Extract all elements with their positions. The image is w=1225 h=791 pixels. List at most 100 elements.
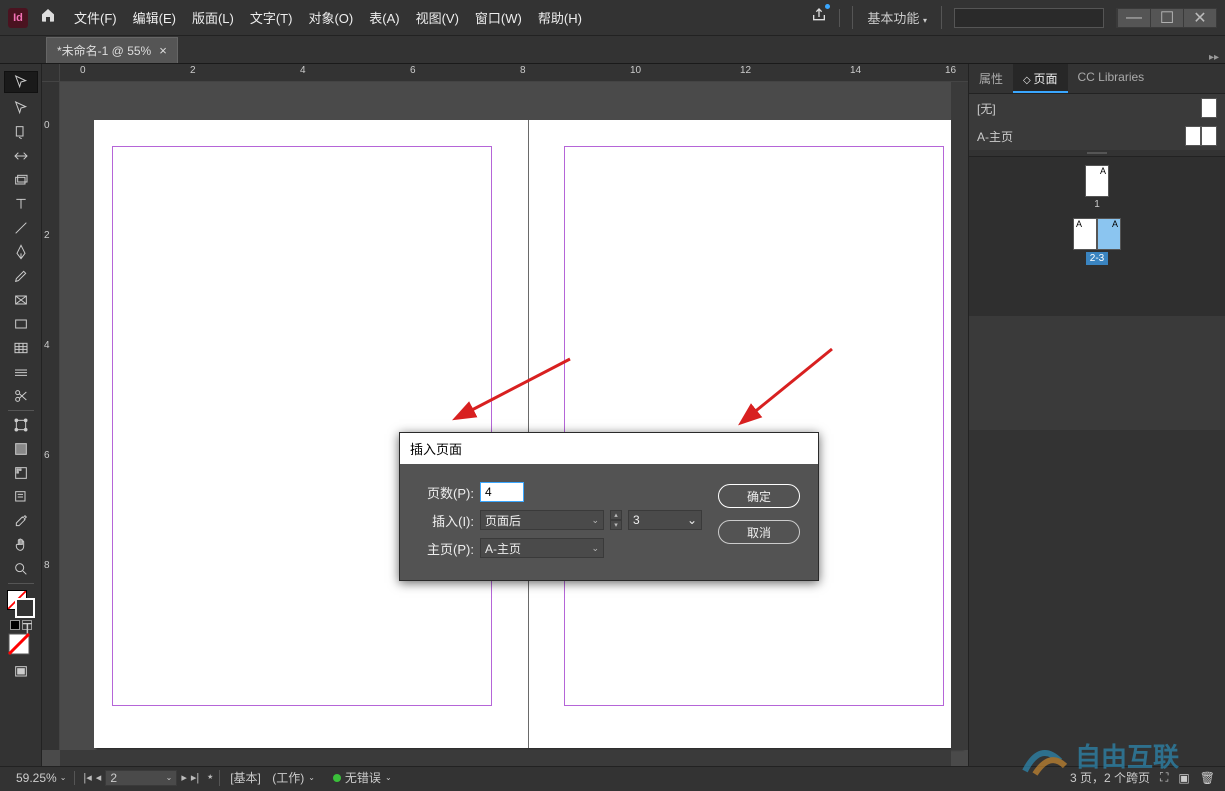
- page-number-stepper[interactable]: ▴▾: [610, 510, 622, 530]
- prev-page-icon[interactable]: ◂: [96, 771, 102, 784]
- type-tool[interactable]: [12, 195, 30, 213]
- master-label: 主页(P):: [418, 539, 474, 558]
- free-transform-tool[interactable]: [12, 416, 30, 434]
- right-panels: 属性 ◇ 页面 CC Libraries [无] A-主页 A 1 A A 2-: [968, 64, 1225, 766]
- status-bar: 59.25%⌄ |◂ ◂ 2⌄ ▸ ▸| ⭑ [基本] (工作) ⌄ 无错误 ⌄…: [0, 766, 1225, 788]
- page-count-label: 页数(P):: [418, 483, 474, 502]
- tab-pages[interactable]: ◇ 页面: [1013, 64, 1067, 93]
- workspace-switcher[interactable]: 基本功能 ▾: [852, 6, 942, 29]
- color-apply-swatch[interactable]: [7, 632, 35, 660]
- page-margin-right: [564, 146, 944, 706]
- line-tool[interactable]: [12, 219, 30, 237]
- menu-table[interactable]: 表(A): [369, 8, 399, 27]
- page-1-label: 1: [1094, 199, 1100, 210]
- screen-mode-tool[interactable]: [12, 663, 30, 681]
- vertical-ruler[interactable]: 0 2 4 6 8: [42, 82, 60, 750]
- menu-file[interactable]: 文件(F): [74, 8, 117, 27]
- window-minimize[interactable]: —: [1117, 9, 1150, 27]
- table-tool[interactable]: [12, 339, 30, 357]
- page-count-input[interactable]: [480, 482, 524, 502]
- insert-position-select[interactable]: 页面后⌄: [480, 510, 604, 530]
- selection-tool[interactable]: [4, 71, 38, 93]
- tab-cc-libraries[interactable]: CC Libraries: [1068, 64, 1155, 93]
- panel-collapse-icon[interactable]: ▸▸: [1209, 52, 1219, 63]
- menu-edit[interactable]: 编辑(E): [133, 8, 176, 27]
- cancel-button[interactable]: 取消: [718, 520, 800, 544]
- window-controls: — ☐ ✕: [1116, 8, 1217, 28]
- pen-tool[interactable]: [12, 243, 30, 261]
- app-logo: Id: [8, 8, 28, 28]
- page-margin-left: [112, 146, 492, 706]
- document-tab-title: *未命名-1 @ 55%: [57, 42, 151, 59]
- page-thumb-1[interactable]: A: [1085, 165, 1109, 197]
- panel-menu-icon[interactable]: ⛶: [1160, 770, 1168, 785]
- vertical-scrollbar[interactable]: [951, 82, 968, 750]
- master-page-select[interactable]: A-主页⌄: [480, 538, 604, 558]
- tab-close-icon[interactable]: ×: [159, 43, 167, 58]
- panel-tabs: 属性 ◇ 页面 CC Libraries: [969, 64, 1225, 94]
- pages-nav: A 1 A A 2-3: [969, 156, 1225, 316]
- new-page-icon[interactable]: ▣: [1178, 771, 1189, 785]
- document-tab-bar: *未命名-1 @ 55% × ▸▸: [0, 36, 1225, 64]
- eyedropper-tool[interactable]: [12, 512, 30, 530]
- tab-properties[interactable]: 属性: [969, 64, 1013, 93]
- last-page-icon[interactable]: ▸|: [191, 771, 199, 784]
- rectangle-frame-tool[interactable]: [12, 291, 30, 309]
- menu-type[interactable]: 文字(T): [250, 8, 293, 27]
- document-canvas[interactable]: 0 2 4 6 8 10 12 14 16 0 2 4 6 8: [42, 64, 968, 766]
- trash-icon[interactable]: 🗑: [1200, 771, 1215, 785]
- window-close[interactable]: ✕: [1183, 9, 1216, 27]
- fill-stroke-swatch[interactable]: [7, 590, 35, 618]
- open-icon[interactable]: ⭑: [207, 771, 213, 784]
- window-maximize[interactable]: ☐: [1150, 9, 1183, 27]
- menu-help[interactable]: 帮助(H): [538, 8, 582, 27]
- content-collector-tool[interactable]: [12, 171, 30, 189]
- menu-items: 文件(F) 编辑(E) 版面(L) 文字(T) 对象(O) 表(A) 视图(V)…: [74, 8, 582, 27]
- page-thumb-2-3[interactable]: A A: [1073, 218, 1121, 250]
- gradient-swatch-tool[interactable]: [12, 440, 30, 458]
- hand-tool[interactable]: [12, 536, 30, 554]
- next-page-icon[interactable]: ▸: [181, 771, 187, 784]
- note-tool[interactable]: [12, 488, 30, 506]
- preflight-ok-icon: [333, 774, 341, 782]
- document-tab[interactable]: *未命名-1 @ 55% ×: [46, 37, 178, 63]
- pages-panel: [无] A-主页 A 1 A A 2-3: [969, 94, 1225, 430]
- pages-summary: 3 页，2 个跨页: [1070, 769, 1150, 786]
- rectangle-tool[interactable]: [12, 315, 30, 333]
- zoom-control[interactable]: 59.25%⌄: [8, 771, 75, 785]
- search-box[interactable]: [954, 8, 1104, 28]
- insert-label: 插入(I):: [418, 511, 474, 530]
- top-menu-bar: Id 文件(F) 编辑(E) 版面(L) 文字(T) 对象(O) 表(A) 视图…: [0, 0, 1225, 36]
- horizontal-ruler[interactable]: 0 2 4 6 8 10 12 14 16: [60, 64, 968, 82]
- mode-status[interactable]: [基本] (工作) ⌄: [222, 769, 323, 786]
- dialog-title: 插入页面: [400, 433, 818, 464]
- menu-layout[interactable]: 版面(L): [192, 8, 234, 27]
- menu-view[interactable]: 视图(V): [416, 8, 459, 27]
- share-icon[interactable]: [811, 7, 827, 28]
- gradient-feather-tool[interactable]: [12, 464, 30, 482]
- current-page-field[interactable]: 2⌄: [105, 770, 177, 786]
- page-navigation: |◂ ◂ 2⌄ ▸ ▸| ⭑: [77, 770, 220, 786]
- horizontal-scrollbar[interactable]: [60, 750, 951, 766]
- tools-panel: T: [0, 64, 42, 766]
- page-tool[interactable]: [12, 123, 30, 141]
- spread-2-3-label: 2-3: [1086, 252, 1108, 265]
- menu-window[interactable]: 窗口(W): [475, 8, 522, 27]
- master-a-row[interactable]: A-主页: [969, 122, 1225, 150]
- zoom-tool[interactable]: [12, 560, 30, 578]
- home-icon[interactable]: [40, 7, 56, 28]
- insert-pages-dialog: 插入页面 页数(P): 插入(I): 页面后⌄ ▴▾ 3⌄ 主页(P):: [399, 432, 819, 581]
- after-page-input[interactable]: 3⌄: [628, 510, 702, 530]
- ruler-origin[interactable]: [42, 64, 60, 82]
- color-mode-row[interactable]: T: [10, 620, 32, 630]
- pencil-tool[interactable]: [12, 267, 30, 285]
- first-page-icon[interactable]: |◂: [83, 771, 91, 784]
- direct-selection-tool[interactable]: [12, 99, 30, 117]
- gap-tool[interactable]: [12, 147, 30, 165]
- master-none-row[interactable]: [无]: [969, 94, 1225, 122]
- ok-button[interactable]: 确定: [718, 484, 800, 508]
- preflight-status[interactable]: 无错误 ⌄: [325, 769, 400, 786]
- hand-tool-alt[interactable]: [12, 363, 30, 381]
- menu-object[interactable]: 对象(O): [308, 8, 353, 27]
- scissors-tool[interactable]: [12, 387, 30, 405]
